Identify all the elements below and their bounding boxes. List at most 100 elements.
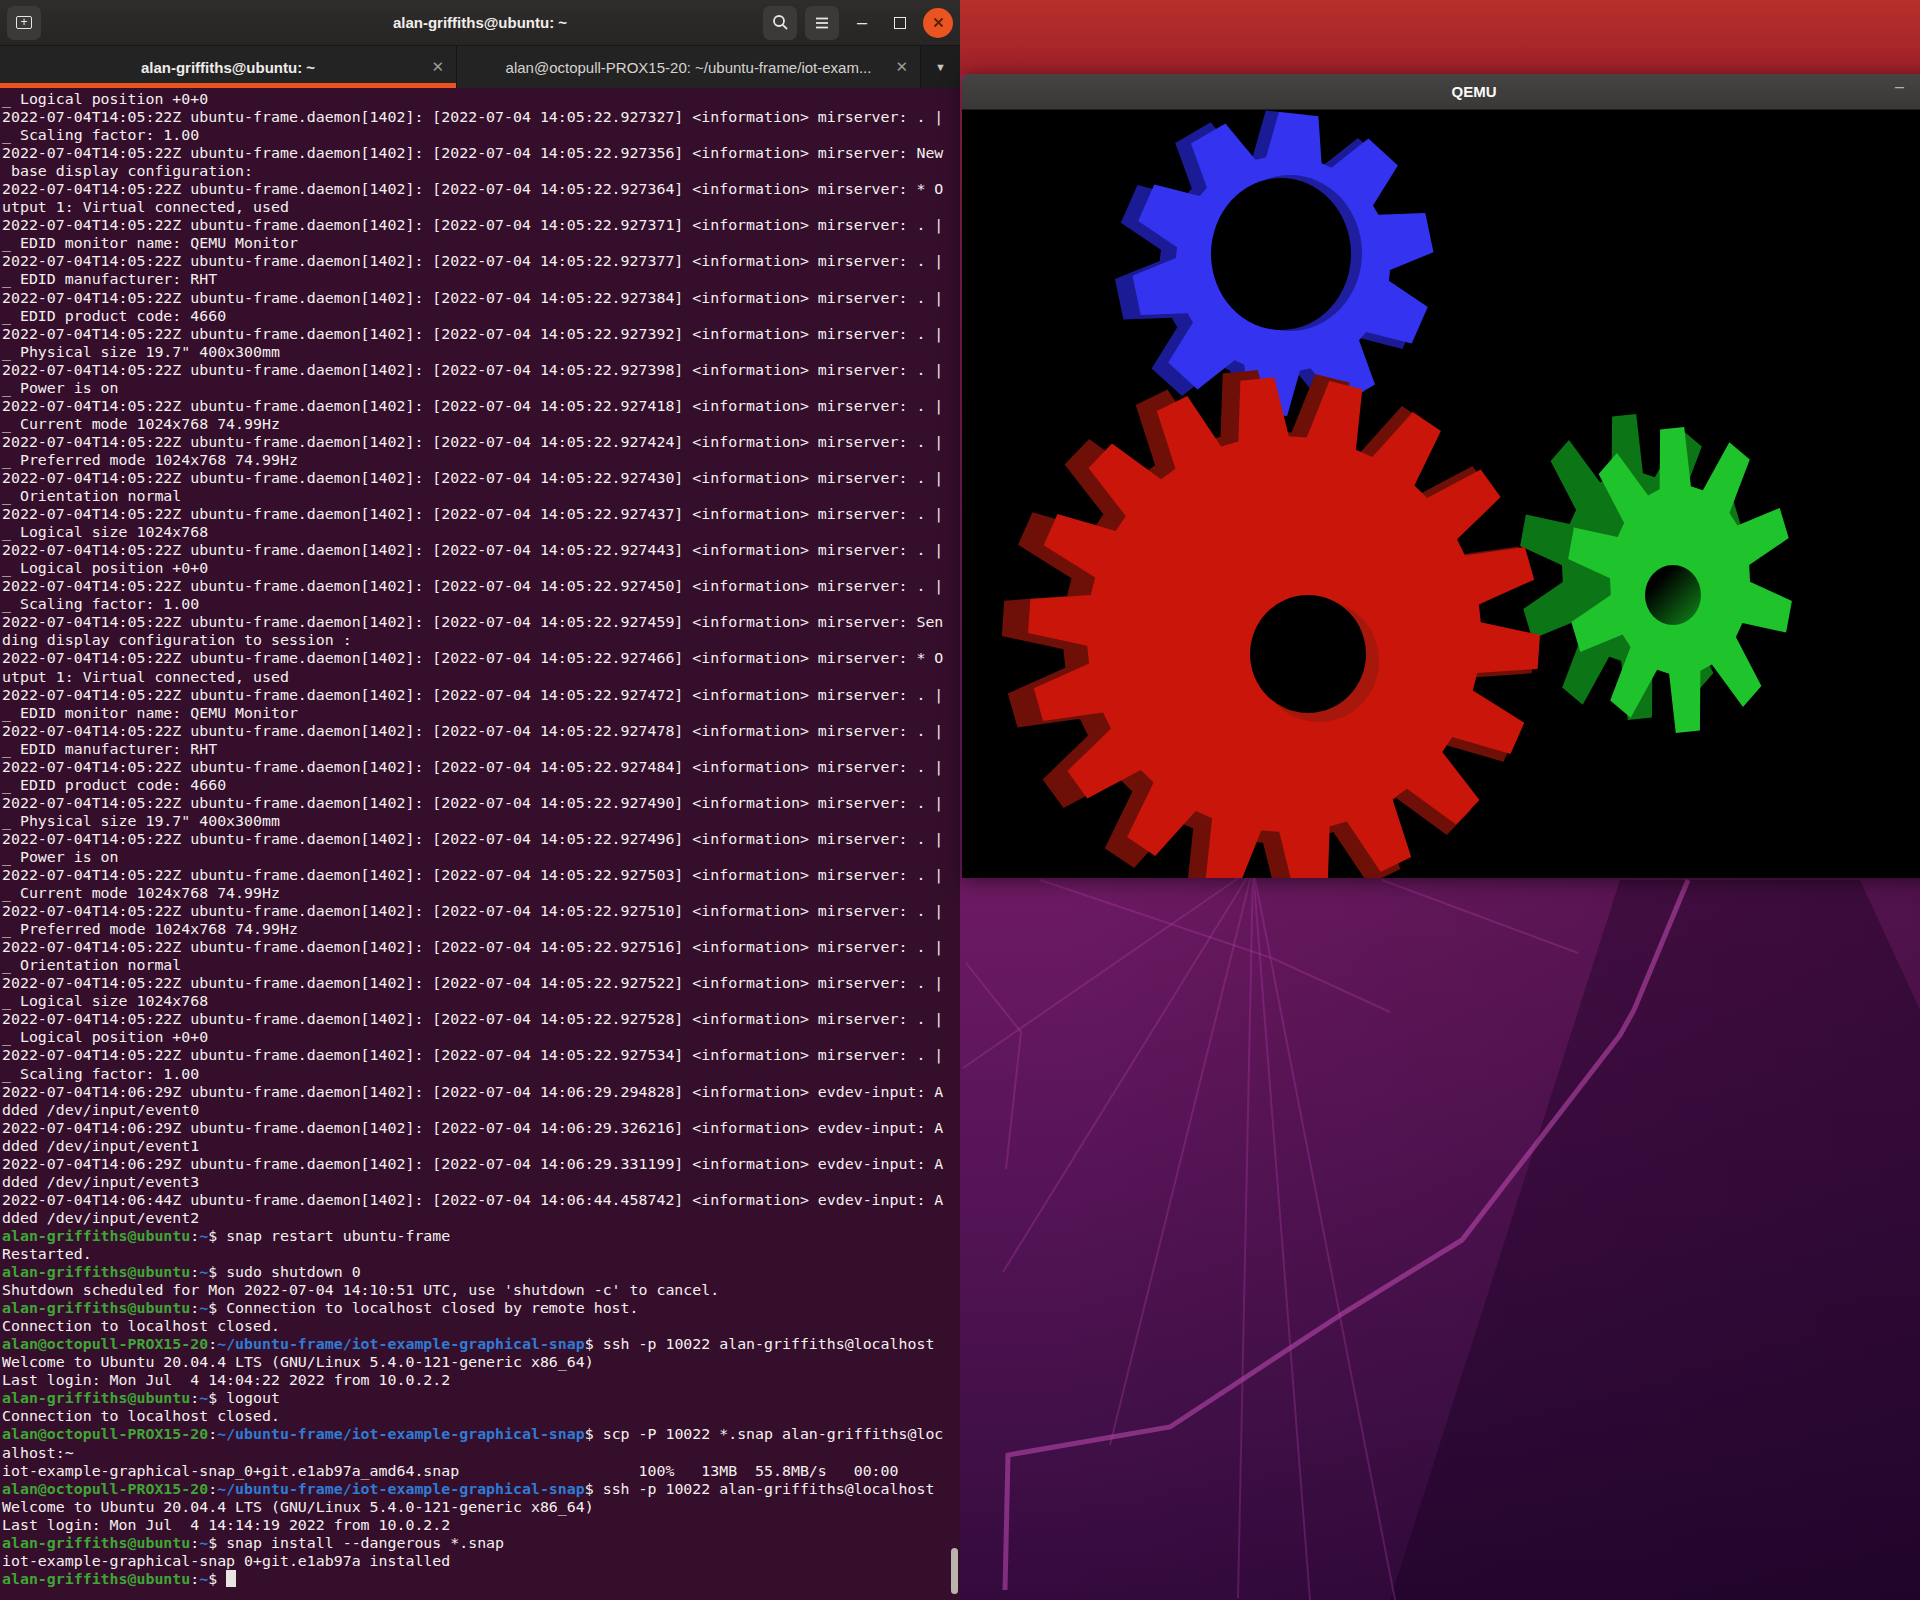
terminal-line: 2022-07-04T14:05:22Z ubuntu-frame.daemon…: [2, 216, 960, 234]
terminal-line: 2022-07-04T14:05:22Z ubuntu-frame.daemon…: [2, 830, 960, 848]
terminal-line: 2022-07-04T14:06:29Z ubuntu-frame.daemon…: [2, 1119, 960, 1137]
terminal-titlebar: + alan-griffiths@ubuntu: ~ –: [0, 0, 960, 46]
terminal-line: _ Preferred mode 1024x768 74.99Hz: [2, 451, 960, 469]
terminal-line: 2022-07-04T14:05:22Z ubuntu-frame.daemon…: [2, 252, 960, 270]
minimize-button[interactable]: –: [847, 8, 877, 38]
terminal-line: 2022-07-04T14:05:22Z ubuntu-frame.daemon…: [2, 325, 960, 343]
close-icon: [932, 16, 945, 29]
tab-active-label: alan-griffiths@ubuntu: ~: [141, 59, 315, 76]
terminal-scrollbar[interactable]: [951, 1548, 958, 1594]
terminal-line: _ Power is on: [2, 848, 960, 866]
terminal-line: utput 1: Virtual connected, used: [2, 668, 960, 686]
tab-active[interactable]: alan-griffiths@ubuntu: ~ ✕: [0, 46, 456, 88]
terminal-line: alan-griffiths@ubuntu:~$: [2, 1570, 960, 1588]
qemu-title: QEMU: [1452, 83, 1497, 100]
terminal-line: base display configuration:: [2, 162, 960, 180]
terminal-window: + alan-griffiths@ubuntu: ~ –: [0, 0, 960, 1600]
terminal-line: _ Current mode 1024x768 74.99Hz: [2, 415, 960, 433]
qemu-minimize-button[interactable]: –: [1895, 78, 1904, 96]
terminal-line: 2022-07-04T14:06:29Z ubuntu-frame.daemon…: [2, 1083, 960, 1101]
terminal-line: _ Physical size 19.7" 400x300mm: [2, 343, 960, 361]
terminal-line: alan-griffiths@ubuntu:~$ snap restart ub…: [2, 1227, 960, 1245]
terminal-line: 2022-07-04T14:05:22Z ubuntu-frame.daemon…: [2, 758, 960, 776]
search-button[interactable]: [763, 6, 797, 40]
green-gear: [1520, 414, 1792, 733]
terminal-line: _ Logical size 1024x768: [2, 523, 960, 541]
tab-close-icon[interactable]: ✕: [895, 58, 908, 76]
terminal-line: alan-griffiths@ubuntu:~$ logout: [2, 1389, 960, 1407]
terminal-line: alhost:~: [2, 1444, 960, 1462]
terminal-line: Connection to localhost closed.: [2, 1407, 960, 1425]
terminal-line: _ EDID monitor name: QEMU Monitor: [2, 704, 960, 722]
terminal-line: 2022-07-04T14:06:29Z ubuntu-frame.daemon…: [2, 1155, 960, 1173]
terminal-line: alan-griffiths@ubuntu:~$ sudo shutdown 0: [2, 1263, 960, 1281]
terminal-line: 2022-07-04T14:05:22Z ubuntu-frame.daemon…: [2, 469, 960, 487]
tab-inactive[interactable]: alan@octopull-PROX15-20: ~/ubuntu-frame/…: [456, 46, 920, 88]
terminal-line: 2022-07-04T14:05:22Z ubuntu-frame.daemon…: [2, 541, 960, 559]
terminal-line: _ EDID product code: 4660: [2, 776, 960, 794]
terminal-line: _ Logical position +0+0: [2, 90, 960, 108]
tab-inactive-label: alan@octopull-PROX15-20: ~/ubuntu-frame/…: [506, 59, 872, 76]
terminal-line: _ EDID monitor name: QEMU Monitor: [2, 234, 960, 252]
terminal-line: 2022-07-04T14:05:22Z ubuntu-frame.daemon…: [2, 866, 960, 884]
terminal-line: _ Scaling factor: 1.00: [2, 595, 960, 613]
terminal-line: 2022-07-04T14:05:22Z ubuntu-frame.daemon…: [2, 108, 960, 126]
terminal-line: Shutdown scheduled for Mon 2022-07-04 14…: [2, 1281, 960, 1299]
terminal-line: Welcome to Ubuntu 20.04.4 LTS (GNU/Linux…: [2, 1353, 960, 1371]
terminal-line: 2022-07-04T14:05:22Z ubuntu-frame.daemon…: [2, 1010, 960, 1028]
terminal-line: ding display configuration to session :: [2, 631, 960, 649]
terminal-line: 2022-07-04T14:05:22Z ubuntu-frame.daemon…: [2, 433, 960, 451]
qemu-titlebar[interactable]: QEMU –: [962, 74, 1920, 110]
hamburger-icon: [814, 16, 830, 30]
terminal-line: _ EDID product code: 4660: [2, 307, 960, 325]
terminal-line: 2022-07-04T14:05:22Z ubuntu-frame.daemon…: [2, 686, 960, 704]
new-tab-icon: +: [16, 16, 32, 29]
qemu-display[interactable]: [962, 110, 1920, 878]
qemu-window: QEMU –: [962, 74, 1920, 878]
terminal-line: 2022-07-04T14:05:22Z ubuntu-frame.daemon…: [2, 722, 960, 740]
terminal-line: 2022-07-04T14:05:22Z ubuntu-frame.daemon…: [2, 649, 960, 667]
new-tab-button[interactable]: +: [7, 6, 41, 40]
terminal-line: 2022-07-04T14:05:22Z ubuntu-frame.daemon…: [2, 902, 960, 920]
blue-gear: [1115, 111, 1434, 424]
search-icon: [772, 14, 789, 31]
terminal-line: 2022-07-04T14:05:22Z ubuntu-frame.daemon…: [2, 361, 960, 379]
tab-close-icon[interactable]: ✕: [431, 58, 444, 76]
gears-demo: [962, 110, 1920, 878]
menu-button[interactable]: [805, 6, 839, 40]
terminal-line: 2022-07-04T14:05:22Z ubuntu-frame.daemon…: [2, 794, 960, 812]
terminal-line: 2022-07-04T14:05:22Z ubuntu-frame.daemon…: [2, 613, 960, 631]
terminal-line: Restarted.: [2, 1245, 960, 1263]
terminal-line: alan@octopull-PROX15-20:~/ubuntu-frame/i…: [2, 1480, 960, 1498]
terminal-line: Last login: Mon Jul 4 14:14:19 2022 from…: [2, 1516, 960, 1534]
terminal-output[interactable]: _ Logical position +0+02022-07-04T14:05:…: [0, 88, 960, 1600]
terminal-line: _ Physical size 19.7" 400x300mm: [2, 812, 960, 830]
terminal-line: _ Preferred mode 1024x768 74.99Hz: [2, 920, 960, 938]
terminal-line: _ Current mode 1024x768 74.99Hz: [2, 884, 960, 902]
terminal-line: alan-griffiths@ubuntu:~$ snap install --…: [2, 1534, 960, 1552]
terminal-line: 2022-07-04T14:05:22Z ubuntu-frame.daemon…: [2, 1046, 960, 1064]
terminal-line: 2022-07-04T14:05:22Z ubuntu-frame.daemon…: [2, 974, 960, 992]
terminal-line: _ EDID manufacturer: RHT: [2, 740, 960, 758]
terminal-line: alan@octopull-PROX15-20:~/ubuntu-frame/i…: [2, 1335, 960, 1353]
terminal-line: 2022-07-04T14:06:44Z ubuntu-frame.daemon…: [2, 1191, 960, 1209]
terminal-line: Welcome to Ubuntu 20.04.4 LTS (GNU/Linux…: [2, 1498, 960, 1516]
terminal-line: dded /dev/input/event0: [2, 1101, 960, 1119]
tab-list-dropdown[interactable]: ▼: [920, 46, 960, 88]
terminal-tabbar: alan-griffiths@ubuntu: ~ ✕ alan@octopull…: [0, 46, 960, 88]
terminal-line: _ Orientation normal: [2, 487, 960, 505]
terminal-line: 2022-07-04T14:05:22Z ubuntu-frame.daemon…: [2, 180, 960, 198]
terminal-line: utput 1: Virtual connected, used: [2, 198, 960, 216]
terminal-line: alan-griffiths@ubuntu:~$ Connection to l…: [2, 1299, 960, 1317]
maximize-button[interactable]: [885, 8, 915, 38]
terminal-line: dded /dev/input/event2: [2, 1209, 960, 1227]
terminal-line: Connection to localhost closed.: [2, 1317, 960, 1335]
terminal-line: _ Power is on: [2, 379, 960, 397]
terminal-cursor: [226, 1570, 236, 1587]
terminal-line: dded /dev/input/event3: [2, 1173, 960, 1191]
maximize-icon: [894, 17, 906, 29]
terminal-line: iot-example-graphical-snap 0+git.e1ab97a…: [2, 1552, 960, 1570]
terminal-line: 2022-07-04T14:05:22Z ubuntu-frame.daemon…: [2, 577, 960, 595]
close-button[interactable]: [923, 8, 953, 38]
terminal-line: _ Logical size 1024x768: [2, 992, 960, 1010]
